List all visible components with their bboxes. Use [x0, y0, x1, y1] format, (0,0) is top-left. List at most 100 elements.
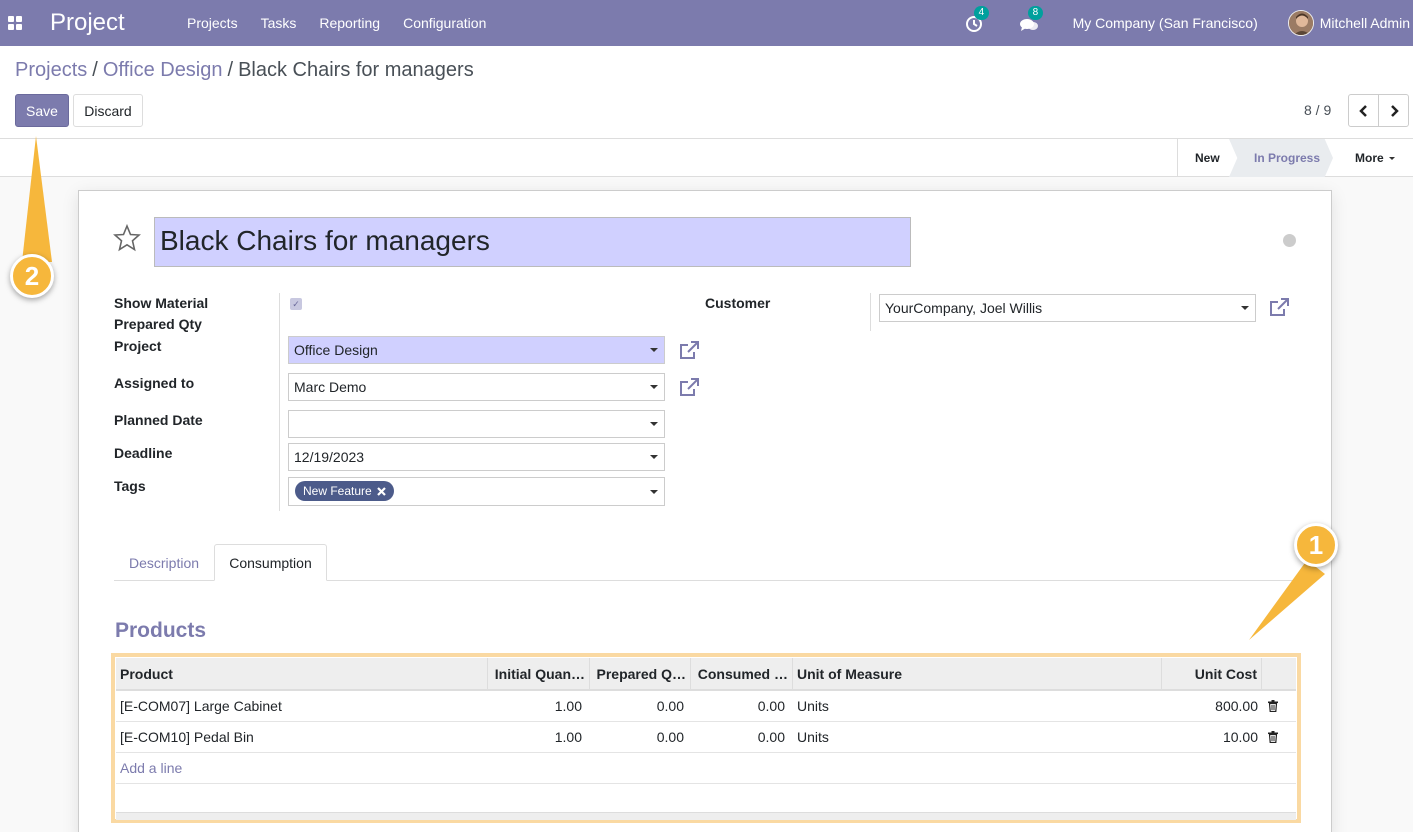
planned-date-field[interactable] — [288, 410, 665, 438]
messages-icon[interactable]: 8 — [1019, 6, 1044, 33]
breadcrumb-separator: / — [92, 59, 98, 81]
message-count-badge: 8 — [1027, 6, 1044, 20]
stage-new[interactable]: New — [1177, 139, 1229, 177]
column-unit-of-measure[interactable]: Unit of Measure — [793, 658, 1162, 689]
customer-field[interactable]: YourCompany, Joel Willis — [879, 294, 1256, 322]
cell-prepared-quantity[interactable]: 0.00 — [590, 691, 688, 721]
column-unit-cost[interactable]: Unit Cost — [1162, 658, 1262, 689]
cell-unit-cost[interactable]: 10.00 — [1162, 722, 1262, 752]
tag-label: New Feature — [303, 484, 372, 498]
label-show-material-text: Show Material — [114, 295, 209, 311]
label-tags: Tags — [114, 478, 146, 494]
menu-item-tasks[interactable]: Tasks — [261, 15, 297, 31]
pager-value: 8 / 9 — [1304, 102, 1332, 118]
cell-consumed-quantity[interactable]: 0.00 — [691, 722, 789, 752]
breadcrumb-separator: / — [227, 59, 234, 81]
label-customer: Customer — [705, 295, 771, 311]
deadline-value: 12/19/2023 — [294, 449, 365, 465]
cell-product[interactable]: [E-COM07] Large Cabinet — [116, 691, 488, 721]
breadcrumb-current: Black Chairs for managers — [238, 59, 474, 81]
pager-next-button[interactable] — [1378, 94, 1409, 127]
callout-badge-1: 1 — [1294, 523, 1338, 567]
tag-new-feature[interactable]: New Feature — [295, 481, 394, 501]
table-footer — [116, 812, 1296, 820]
project-field[interactable]: Office Design — [288, 336, 665, 364]
cell-consumed-quantity[interactable]: 0.00 — [691, 691, 789, 721]
assigned-to-field[interactable]: Marc Demo — [288, 373, 665, 401]
customer-value: YourCompany, Joel Willis — [885, 300, 1043, 316]
stage-in-progress[interactable]: In Progress — [1229, 139, 1333, 177]
label-prepared-qty-text: Prepared Qty — [114, 316, 202, 332]
dropdown-caret-icon — [650, 422, 658, 426]
pager-previous-button[interactable] — [1348, 94, 1379, 127]
dropdown-caret-icon — [650, 348, 658, 352]
cell-initial-quantity[interactable]: 1.00 — [488, 722, 586, 752]
external-link-icon[interactable] — [678, 377, 700, 399]
kanban-state-indicator[interactable] — [1283, 234, 1296, 247]
task-title-input[interactable]: Black Chairs for managers — [154, 217, 911, 267]
column-consumed-quantity[interactable]: Consumed … — [691, 658, 793, 689]
external-link-icon[interactable] — [678, 340, 700, 362]
external-link-icon[interactable] — [1268, 297, 1290, 319]
table-row[interactable]: [E-COM10] Pedal Bin 1.00 0.00 0.00 Units… — [116, 722, 1296, 753]
breadcrumb-projects[interactable]: Projects — [15, 59, 87, 81]
dropdown-caret-icon — [1241, 306, 1249, 310]
apps-menu-icon[interactable] — [8, 16, 22, 30]
dropdown-caret-icon — [650, 455, 658, 459]
stage-more-dropdown[interactable]: More — [1339, 139, 1395, 177]
label-project: Project — [114, 338, 162, 354]
user-name[interactable]: Mitchell Admin — [1320, 15, 1410, 31]
column-prepared-quantity[interactable]: Prepared Q… — [590, 658, 691, 689]
cell-product[interactable]: [E-COM10] Pedal Bin — [116, 722, 488, 752]
label-divider — [279, 293, 280, 511]
top-navbar: Project Projects Tasks Reporting Configu… — [0, 0, 1413, 46]
caret-down-icon — [1388, 156, 1395, 160]
save-button[interactable]: Save — [15, 94, 69, 127]
breadcrumb: Projects / Office Design / Black Chairs for … — [15, 59, 474, 82]
callout-arrow-1 — [1249, 560, 1325, 640]
cell-initial-quantity[interactable]: 1.00 — [488, 691, 586, 721]
label-planned-date: Planned Date — [114, 412, 203, 428]
activity-clock-icon[interactable]: 4 — [965, 6, 990, 33]
trash-icon[interactable] — [1268, 700, 1278, 712]
callout-badge-2: 2 — [10, 254, 54, 298]
company-switcher[interactable]: My Company (San Francisco) — [1073, 15, 1258, 31]
menu-item-projects[interactable]: Projects — [187, 15, 238, 31]
label-deadline: Deadline — [114, 445, 173, 461]
cell-unit-of-measure[interactable]: Units — [793, 722, 1162, 752]
tab-description[interactable]: Description — [114, 544, 214, 581]
table-row[interactable]: [E-COM07] Large Cabinet 1.00 0.00 0.00 U… — [116, 691, 1296, 722]
column-product[interactable]: Product — [116, 658, 488, 689]
discard-button[interactable]: Discard — [73, 94, 143, 127]
add-line-row — [116, 753, 1296, 784]
project-field-value: Office Design — [294, 342, 378, 358]
tab-consumption[interactable]: Consumption — [214, 544, 327, 581]
user-avatar[interactable] — [1287, 10, 1314, 36]
app-name: Project — [50, 9, 125, 36]
remove-tag-icon[interactable] — [376, 486, 386, 496]
callout-arrow-2 — [22, 136, 52, 262]
breadcrumb-office-design[interactable]: Office Design — [103, 59, 223, 81]
column-initial-quantity[interactable]: Initial Quan… — [488, 658, 590, 689]
statusbar: New In Progress More — [0, 139, 1413, 177]
add-a-line-link[interactable]: Add a line — [120, 760, 182, 776]
products-section-title: Products — [115, 619, 207, 642]
stage-more-label: More — [1355, 151, 1384, 165]
label-divider — [870, 293, 871, 331]
main-menu: Projects Tasks Reporting Configuration — [187, 15, 509, 31]
control-panel: Projects / Office Design / Black Chairs for … — [0, 46, 1413, 139]
deadline-field[interactable]: 12/19/2023 — [288, 443, 665, 471]
dropdown-caret-icon — [650, 490, 658, 494]
column-actions — [1262, 658, 1296, 689]
menu-item-configuration[interactable]: Configuration — [403, 15, 486, 31]
star-icon[interactable] — [113, 224, 141, 252]
cell-prepared-quantity[interactable]: 0.00 — [590, 722, 688, 752]
table-header: Product Initial Quan… Prepared Q… Consum… — [116, 658, 1296, 691]
show-material-checkbox[interactable]: ✓ — [290, 298, 302, 310]
menu-item-reporting[interactable]: Reporting — [319, 15, 380, 31]
cell-unit-cost[interactable]: 800.00 — [1162, 691, 1262, 721]
label-show-material: Show Material Prepared Qty — [114, 293, 264, 335]
chevron-left-icon — [1358, 104, 1367, 117]
cell-unit-of-measure[interactable]: Units — [793, 691, 1162, 721]
trash-icon[interactable] — [1268, 731, 1278, 743]
